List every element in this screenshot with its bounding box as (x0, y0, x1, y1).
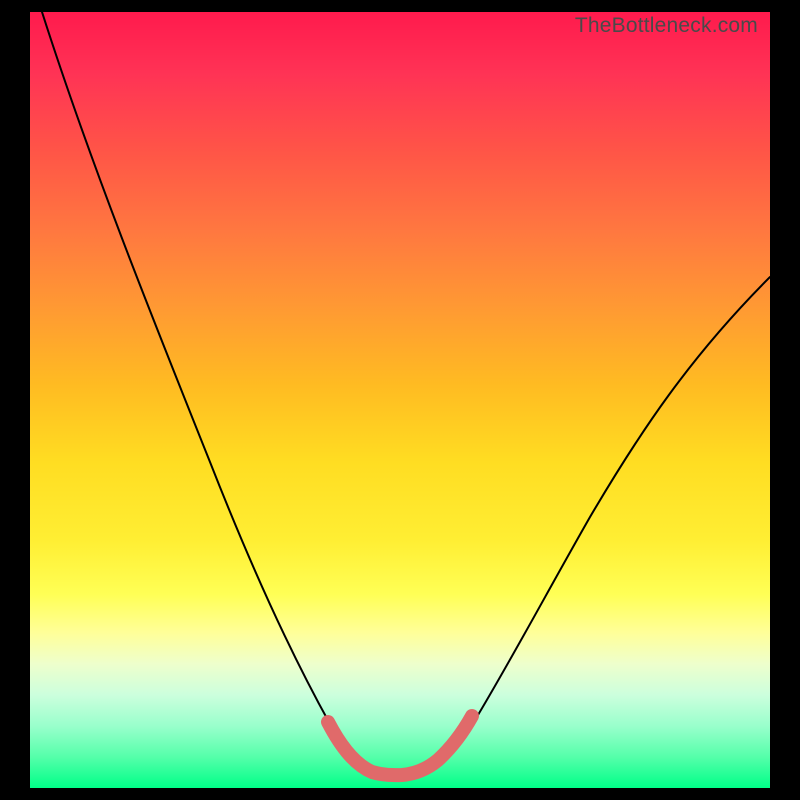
chart-gradient-backdrop (30, 12, 770, 788)
bottleneck-curve-svg (30, 12, 770, 788)
optimal-range-highlight (328, 716, 472, 775)
bottleneck-curve (42, 12, 770, 774)
watermark-text: TheBottleneck.com (575, 14, 758, 38)
